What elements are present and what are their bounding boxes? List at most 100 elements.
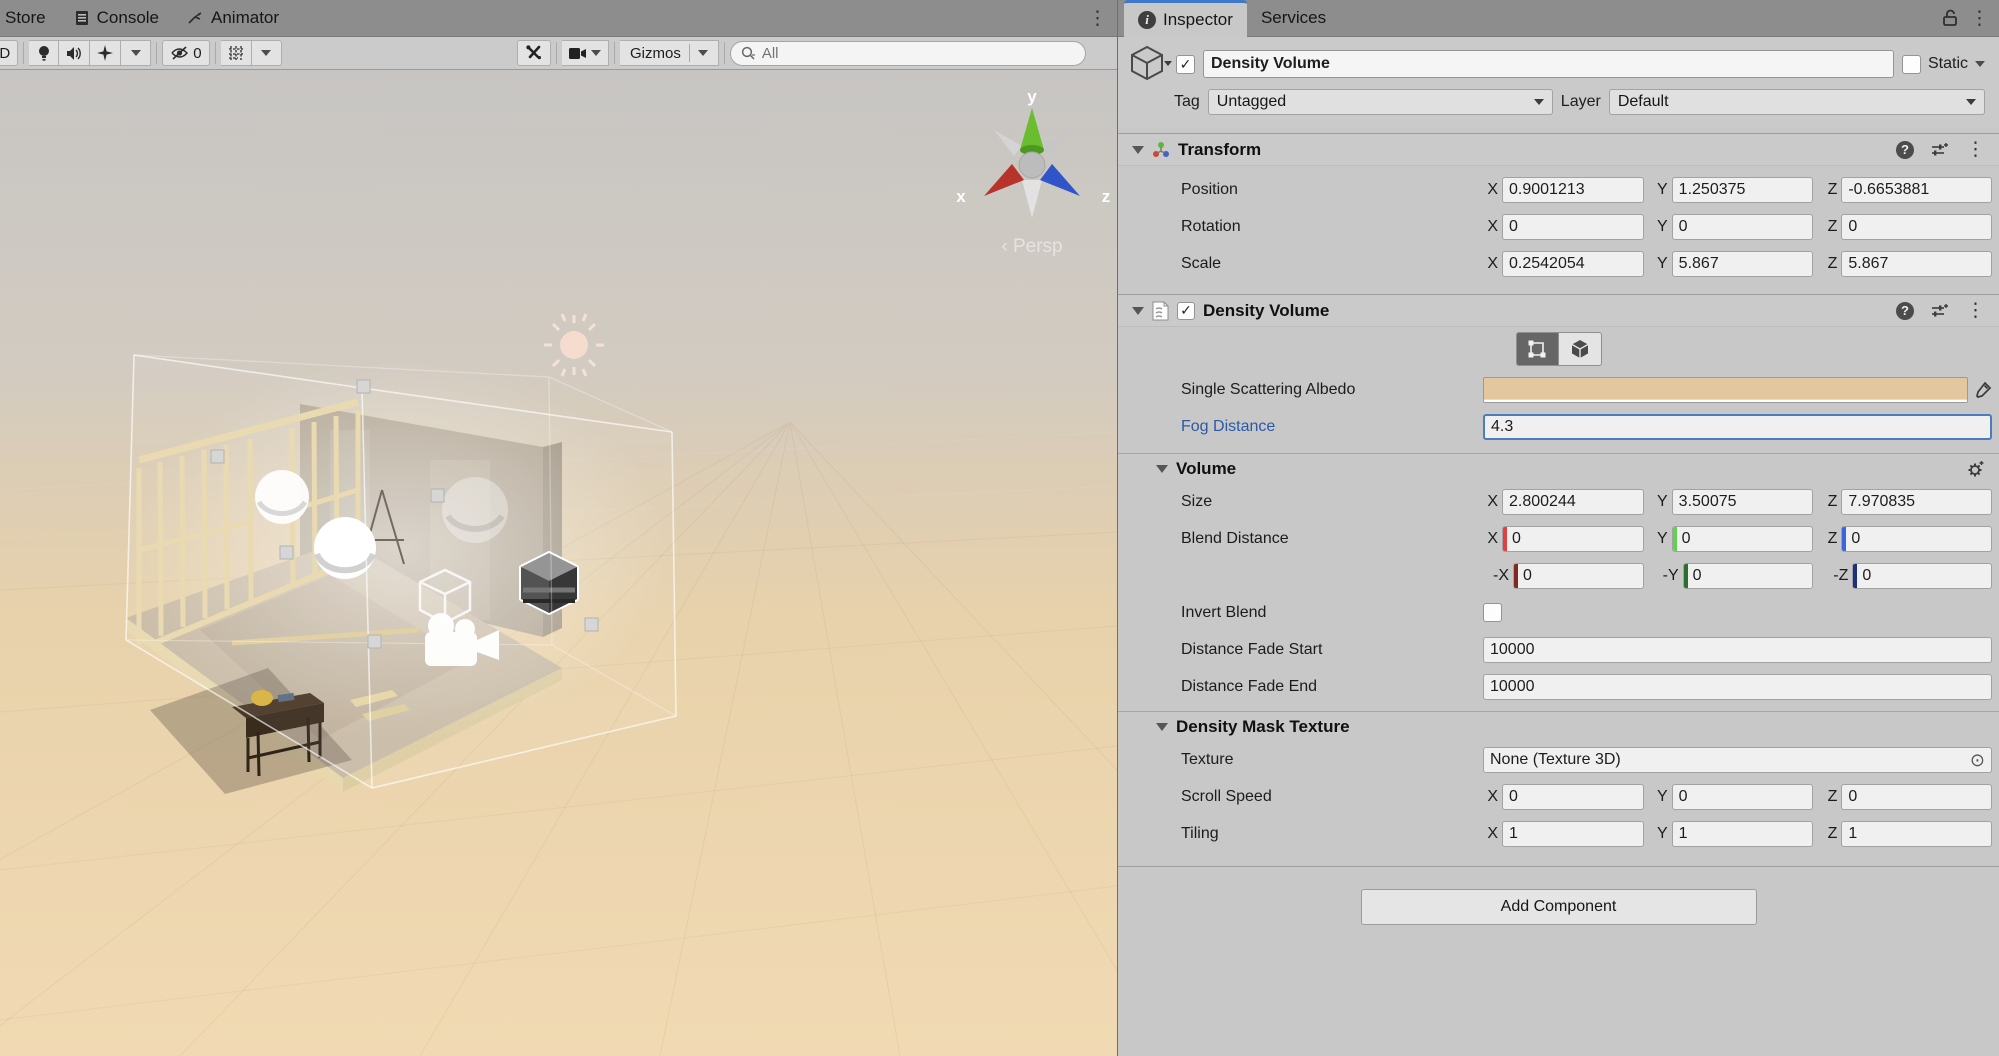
tiling-x-field[interactable]: 1: [1502, 821, 1644, 847]
size-y-field[interactable]: 3.50075: [1672, 489, 1814, 515]
tab-animator-label: Animator: [211, 8, 279, 28]
rotation-y-field[interactable]: 0: [1672, 214, 1814, 240]
position-z-field[interactable]: -0.6653881: [1841, 177, 1992, 203]
component-tools-button[interactable]: [517, 40, 551, 66]
gameobject-cube-icon[interactable]: [1128, 44, 1168, 84]
hidden-count: 0: [193, 45, 201, 62]
fog-distance-label: Fog Distance: [1181, 418, 1483, 436]
animator-icon: [187, 10, 204, 26]
scroll-x-field[interactable]: 0: [1502, 784, 1644, 810]
edit-bounds-button[interactable]: [1516, 332, 1559, 366]
tab-services[interactable]: Services: [1247, 0, 1340, 37]
help-icon[interactable]: ?: [1896, 141, 1914, 159]
foldout-icon[interactable]: [1156, 465, 1168, 473]
layer-label: Layer: [1561, 93, 1601, 111]
distance-fade-start-row: Distance Fade Start 10000: [1118, 631, 1999, 668]
blend-y-field[interactable]: 0: [1672, 526, 1814, 552]
texture-object-field[interactable]: None (Texture 3D) ⊙: [1483, 747, 1992, 773]
lock-icon[interactable]: [1942, 9, 1958, 27]
preset-icon[interactable]: [1931, 142, 1949, 158]
size-z-field[interactable]: 7.970835: [1841, 489, 1992, 515]
tab-console[interactable]: Console: [60, 0, 173, 37]
scene-search[interactable]: [730, 41, 1086, 66]
albedo-row: Single Scattering Albedo: [1118, 371, 1999, 408]
distance-fade-end-field[interactable]: 10000: [1483, 674, 1992, 700]
gameobject-enabled-checkbox[interactable]: ✓: [1176, 55, 1195, 74]
foldout-icon[interactable]: [1132, 307, 1144, 315]
transform-rows: Position X0.9001213 Y1.250375 Z-0.665388…: [1118, 166, 1999, 294]
tab-console-label: Console: [97, 8, 159, 28]
component-menu-icon[interactable]: ⋮: [1966, 292, 1985, 329]
scroll-z-field[interactable]: 0: [1841, 784, 1992, 810]
tiling-z-field[interactable]: 1: [1841, 821, 1992, 847]
position-x-field[interactable]: 0.9001213: [1502, 177, 1644, 203]
transform-header[interactable]: Transform ? ⋮: [1118, 133, 1999, 166]
gameobject-name-field[interactable]: Density Volume: [1203, 50, 1894, 78]
eyedropper-icon[interactable]: [1974, 381, 1992, 399]
scene-grid-button[interactable]: [221, 40, 252, 66]
search-icon: [741, 46, 756, 61]
layer-dropdown[interactable]: Default: [1609, 89, 1985, 115]
blend-neg-x-field[interactable]: 0: [1513, 563, 1644, 589]
scroll-y-field[interactable]: 0: [1672, 784, 1814, 810]
static-dropdown-icon[interactable]: [1975, 61, 1985, 67]
object-picker-icon[interactable]: ⊙: [1970, 751, 1985, 769]
advanced-gear-icon[interactable]: [1966, 460, 1985, 478]
scene-lighting-button[interactable]: [29, 40, 59, 66]
preset-icon[interactable]: [1931, 303, 1949, 319]
foldout-icon[interactable]: [1132, 146, 1144, 154]
blend-z-field[interactable]: 0: [1841, 526, 1992, 552]
tab-services-label: Services: [1261, 8, 1326, 28]
scale-x-field[interactable]: 0.2542054: [1502, 251, 1644, 277]
scale-y-field[interactable]: 5.867: [1672, 251, 1814, 277]
blend-x-field[interactable]: 0: [1502, 526, 1644, 552]
size-x-field[interactable]: 2.800244: [1502, 489, 1644, 515]
static-label: Static: [1928, 55, 1968, 73]
fog-distance-field[interactable]: 4.3: [1483, 414, 1992, 440]
scene-effects-dropdown[interactable]: [121, 40, 151, 66]
blend-neg-z-field[interactable]: 0: [1852, 563, 1992, 589]
edit-volume-button[interactable]: [1559, 332, 1602, 366]
component-menu-icon[interactable]: ⋮: [1966, 131, 1985, 168]
tag-dropdown[interactable]: Untagged: [1208, 89, 1553, 115]
gizmos-button[interactable]: Gizmos: [620, 40, 719, 66]
scale-z-field[interactable]: 5.867: [1841, 251, 1992, 277]
foldout-icon[interactable]: [1156, 723, 1168, 731]
tab-animator[interactable]: Animator: [173, 0, 293, 37]
rotation-z-field[interactable]: 0: [1841, 214, 1992, 240]
inspector-menu-icon[interactable]: ⋮: [1960, 0, 1999, 37]
tiling-y-field[interactable]: 1: [1672, 821, 1814, 847]
scene-audio-button[interactable]: [59, 40, 90, 66]
tab-store[interactable]: Store: [0, 0, 60, 37]
toggle-2d-button[interactable]: 2D: [0, 40, 18, 66]
position-y-field[interactable]: 1.250375: [1672, 177, 1814, 203]
scene-viewport: y x z ‹ Persp: [0, 70, 1117, 1056]
add-component-button[interactable]: Add Component: [1361, 889, 1757, 925]
scene-grid-dropdown[interactable]: [252, 40, 282, 66]
search-input[interactable]: [762, 45, 1075, 62]
tab-inspector[interactable]: i Inspector: [1124, 0, 1247, 37]
albedo-color-field[interactable]: [1483, 377, 1968, 403]
fog-distance-row: Fog Distance 4.3: [1118, 408, 1999, 445]
invert-blend-checkbox[interactable]: [1483, 603, 1502, 622]
scene-visibility-button[interactable]: 0: [162, 40, 209, 66]
help-icon[interactable]: ?: [1896, 302, 1914, 320]
scene-effects-button[interactable]: [90, 40, 121, 66]
volume-subheader[interactable]: Volume: [1118, 453, 1999, 483]
static-checkbox[interactable]: [1902, 55, 1921, 74]
chevron-down-icon: [1534, 99, 1544, 105]
mask-texture-subheader[interactable]: Density Mask Texture: [1118, 711, 1999, 741]
distance-fade-start-field[interactable]: 10000: [1483, 637, 1992, 663]
scene-tab-menu-icon[interactable]: ⋮: [1078, 0, 1117, 37]
alpha-strip: [1484, 399, 1967, 403]
chevron-down-icon: [1966, 99, 1976, 105]
scene-camera-button[interactable]: [562, 40, 609, 66]
speaker-icon: [66, 46, 82, 61]
transform-title: Transform: [1178, 140, 1261, 160]
density-volume-header[interactable]: ✓ Density Volume ? ⋮: [1118, 294, 1999, 327]
blend-neg-y-field[interactable]: 0: [1683, 563, 1814, 589]
component-enabled-checkbox[interactable]: ✓: [1177, 302, 1195, 320]
rotation-x-field[interactable]: 0: [1502, 214, 1644, 240]
perspective-toggle[interactable]: ‹ Persp: [1001, 236, 1062, 257]
tab-store-label: Store: [5, 8, 46, 28]
